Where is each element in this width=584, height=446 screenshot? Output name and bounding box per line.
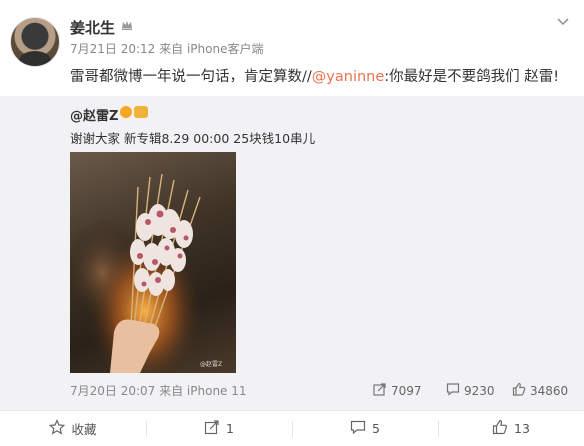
repost-button[interactable]: 1: [146, 411, 292, 446]
mention-link[interactable]: @yaninne: [312, 69, 385, 85]
post-text-rest: :你最好是不要鸽我们 赵雷!: [384, 69, 560, 85]
comment-icon: [350, 419, 366, 438]
repost-count: 7097: [391, 383, 422, 398]
original-like-count[interactable]: 34860: [512, 382, 568, 399]
post-text-main: 雷哥都微博一年说一句话，肯定算数//: [70, 69, 312, 85]
crown-icon: [120, 18, 134, 32]
comment-action-count: 5: [372, 421, 380, 436]
repost-icon: [204, 419, 220, 438]
avatar-figure: [19, 51, 51, 66]
repost-action-count: 1: [226, 421, 234, 436]
star-icon: [49, 419, 66, 438]
action-bar: 收藏 1 5 13: [0, 410, 584, 446]
original-time[interactable]: 7月20日 20:07 来自 iPhone 11: [70, 382, 247, 399]
favorite-button[interactable]: 收藏: [0, 411, 146, 446]
post-header: 姜北生 7月21日 20:12 来自 iPhone客户端 雷哥都微博一年说一句话…: [0, 0, 584, 96]
comment-icon: [446, 382, 460, 399]
thumbs-up-icon: [492, 419, 508, 438]
chevron-down-icon[interactable]: [554, 12, 572, 30]
original-comment-count[interactable]: 9230: [446, 382, 495, 399]
comment-button[interactable]: 5: [292, 411, 438, 446]
comment-count: 9230: [464, 383, 495, 398]
avatar[interactable]: [10, 17, 60, 67]
favorite-label: 收藏: [71, 422, 97, 437]
original-text: 谢谢大家 新专辑8.29 00:00 25块钱10串儿: [70, 131, 316, 146]
like-count: 34860: [530, 383, 569, 398]
reposted-post: @赵雷Z 谢谢大家 新专辑8.29 00:00 25块钱10串儿 @赵雷Z 7月…: [0, 96, 584, 410]
post-date[interactable]: 7月21日 20:12: [70, 42, 155, 56]
verified-badge-icon: [120, 106, 132, 118]
photo-watermark: @赵雷Z: [200, 360, 222, 368]
post-author[interactable]: 姜北生: [70, 17, 115, 38]
original-author[interactable]: @赵雷Z: [70, 105, 118, 124]
repost-icon: [373, 382, 387, 399]
member-badge-icon: [134, 106, 148, 118]
post-source: 来自 iPhone客户端: [159, 42, 264, 56]
like-button[interactable]: 13: [438, 411, 584, 446]
like-action-count: 13: [514, 421, 530, 436]
thumbs-up-icon: [512, 382, 526, 399]
post-meta: 7月21日 20:12 来自 iPhone客户端: [70, 40, 263, 57]
post-photo[interactable]: @赵雷Z: [70, 152, 236, 373]
original-repost-count[interactable]: 7097: [373, 382, 422, 399]
post-text: 雷哥都微博一年说一句话，肯定算数//@yaninne:你最好是不要鸽我们 赵雷!: [70, 65, 559, 86]
